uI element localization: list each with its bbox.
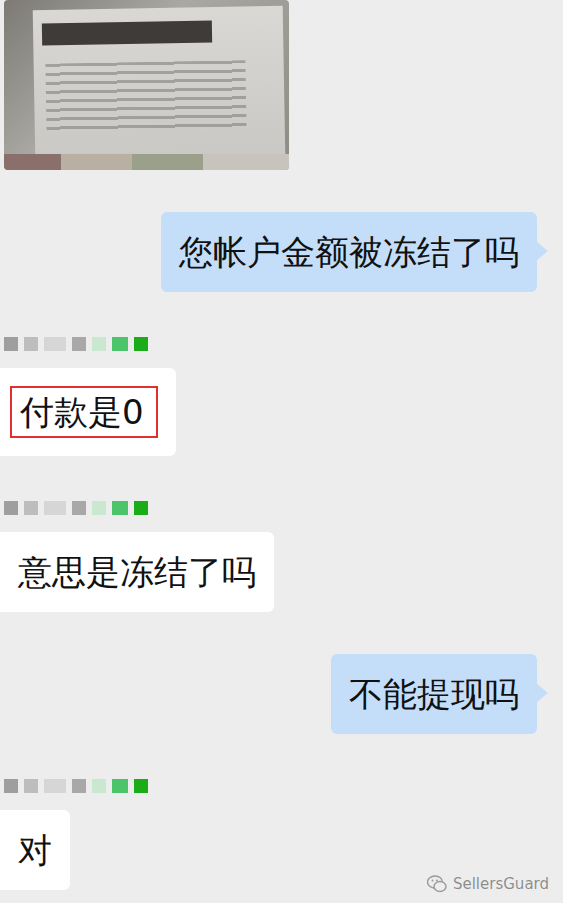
message-text: 付款是0 (10, 386, 158, 438)
message-text: 意思是冻结了吗 (18, 552, 256, 592)
message-bubble[interactable]: 意思是冻结了吗 (0, 532, 274, 612)
message-row: 付款是0 (0, 334, 563, 456)
photo-message[interactable] (4, 0, 289, 170)
message-text: 您帐户金额被冻结了吗 (179, 232, 519, 272)
message-row: 意思是冻结了吗 (0, 498, 563, 612)
masked-sender-name (4, 334, 148, 354)
message-row: 对 (0, 776, 563, 890)
message-text: 不能提现吗 (349, 674, 519, 714)
message-bubble[interactable]: 不能提现吗 (331, 654, 537, 734)
message-bubble[interactable]: 付款是0 (0, 368, 176, 456)
message-row: 您帐户金额被冻结了吗 (0, 212, 563, 292)
message-text: 对 (18, 830, 52, 870)
message-bubble[interactable]: 您帐户金额被冻结了吗 (161, 212, 537, 292)
watermark-text: SellersGuard (453, 873, 549, 896)
message-row: 不能提现吗 (0, 654, 563, 734)
chat-list: 您帐户金额被冻结了吗付款是0 意思是冻结了吗不能提现吗对 (0, 0, 563, 890)
wechat-icon (427, 875, 447, 893)
message-row (0, 0, 563, 170)
masked-sender-name (4, 498, 148, 518)
message-bubble[interactable]: 对 (0, 810, 70, 890)
watermark: SellersGuard (427, 873, 549, 896)
masked-sender-name (4, 776, 148, 796)
